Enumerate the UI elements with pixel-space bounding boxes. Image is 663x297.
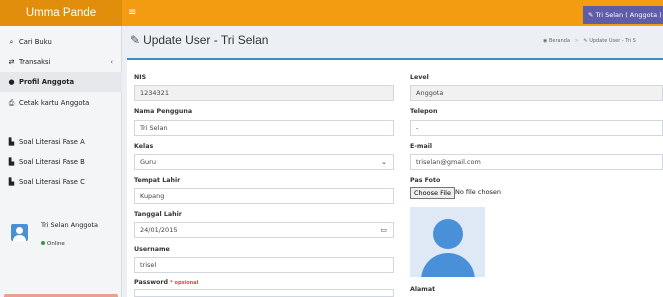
page-title-text: Update User - Tri Selan (143, 33, 269, 47)
sidebar-user-name: Tri Selan Anggota (41, 221, 98, 229)
calendar-icon[interactable]: ▭ (380, 223, 387, 237)
tanggal-lahir-value: 24/01/2015 (140, 226, 178, 234)
sidebar-item-soal-fase-b[interactable]: ▙ Soal Literasi Fase B (0, 152, 122, 172)
profile-photo-placeholder-icon (410, 207, 485, 277)
avatar (11, 224, 28, 241)
file-status-text: No file chosen (455, 188, 502, 196)
brand-logo[interactable]: Umma Pande (0, 0, 122, 26)
sidebar-item-cetak-kartu[interactable]: ⎙ Cetak kartu Anggota (0, 93, 122, 113)
kelas-label: Kelas (134, 143, 154, 150)
breadcrumb: ◉ Beranda > ✎ Update User - Tri S (543, 38, 663, 44)
sidebar-item-transaksi[interactable]: ⇄ Transaksi ‹ (0, 52, 122, 72)
username-field[interactable]: trisel (134, 257, 394, 273)
alamat-label: Alamat (410, 286, 436, 293)
password-field[interactable] (134, 289, 394, 297)
exchange-icon: ⇄ (8, 58, 15, 66)
breadcrumb-separator: > (574, 38, 579, 44)
user-menu-label: Tri Selan ( Anggota ) (595, 11, 662, 19)
sidebar: ⌕ Cari Buku ⇄ Transaksi ‹ ● Profil Anggota … (0, 26, 122, 297)
tanggal-lahir-label: Tanggal Lahir (134, 211, 182, 218)
pas-foto-label: Pas Foto (410, 177, 441, 184)
nis-label: NIS (134, 74, 147, 81)
search-icon: ⌕ (9, 38, 14, 46)
edit-icon: ✎ (130, 33, 141, 47)
telepon-field[interactable]: - (410, 120, 663, 136)
choose-file-button[interactable]: Choose File (410, 187, 455, 199)
file-icon: ▙ (8, 178, 15, 186)
breadcrumb-current: Update User - Tri S (589, 38, 636, 44)
tanggal-lahir-field[interactable]: 24/01/2015 ▭ (134, 222, 394, 238)
nis-field[interactable]: 1234321 (134, 85, 394, 101)
page-title: ✎ Update User - Tri Selan (130, 33, 268, 47)
file-icon: ▙ (8, 138, 15, 146)
email-field[interactable]: triselan@gmail.com (410, 154, 663, 170)
sidebar-item-soal-fase-a[interactable]: ▙ Soal Literasi Fase A (0, 132, 122, 152)
kelas-selected-value: Guru (140, 158, 156, 166)
online-status-label: Online (47, 241, 65, 247)
sidebar-item-label: Soal Literasi Fase B (19, 158, 85, 166)
file-icon: ▙ (8, 158, 15, 166)
level-field[interactable]: Anggota (410, 85, 663, 101)
nama-pengguna-label: Nama Pengguna (134, 108, 193, 115)
top-navbar: Umma Pande ≡ ✎ Tri Selan ( Anggota ) (0, 0, 663, 26)
sidebar-item-label: Cetak kartu Anggota (19, 99, 90, 107)
user-icon: ● (8, 78, 15, 86)
sidebar-item-soal-fase-c[interactable]: ▙ Soal Literasi Fase C (0, 172, 122, 192)
level-label: Level (410, 74, 429, 81)
sidebar-item-profil-anggota[interactable]: ● Profil Anggota (0, 72, 122, 92)
content-header: ✎ Update User - Tri Selan ◉ Beranda > ✎ U… (122, 26, 663, 56)
edit-icon: ✎ (588, 11, 594, 19)
breadcrumb-home-link[interactable]: Beranda (549, 38, 570, 44)
password-label: Password * opsional (134, 279, 198, 286)
password-label-text: Password (134, 279, 168, 286)
chevron-left-icon: ‹ (110, 58, 113, 66)
sidebar-item-label: Soal Literasi Fase A (19, 138, 85, 146)
sidebar-item-label: Cari Buku (19, 38, 52, 46)
nama-pengguna-field[interactable]: Tri Selan (134, 120, 394, 136)
sidebar-item-label: Profil Anggota (19, 78, 75, 86)
user-menu-button[interactable]: ✎ Tri Selan ( Anggota ) (583, 6, 663, 24)
sidebar-toggle-icon[interactable]: ≡ (128, 0, 136, 26)
sidebar-item-label: Transaksi (19, 58, 51, 66)
print-icon: ⎙ (8, 99, 15, 107)
chevron-down-icon: ⌄ (381, 158, 387, 166)
password-optional-hint: * opsional (170, 280, 199, 286)
tempat-lahir-label: Tempat Lahir (134, 177, 181, 184)
sidebar-item-cari-buku[interactable]: ⌕ Cari Buku (0, 32, 122, 52)
sidebar-item-label: Soal Literasi Fase C (19, 178, 85, 186)
online-status: Online (41, 241, 65, 247)
online-dot-icon (41, 241, 45, 245)
kelas-select[interactable]: Guru ⌄ (134, 154, 394, 170)
email-label: E-mail (410, 143, 433, 150)
tempat-lahir-field[interactable]: Kupang (134, 188, 394, 204)
edit-icon: ✎ (583, 38, 588, 44)
telepon-label: Telepon (410, 108, 438, 115)
dashboard-icon: ◉ (543, 38, 548, 44)
username-label: Username (134, 246, 170, 253)
